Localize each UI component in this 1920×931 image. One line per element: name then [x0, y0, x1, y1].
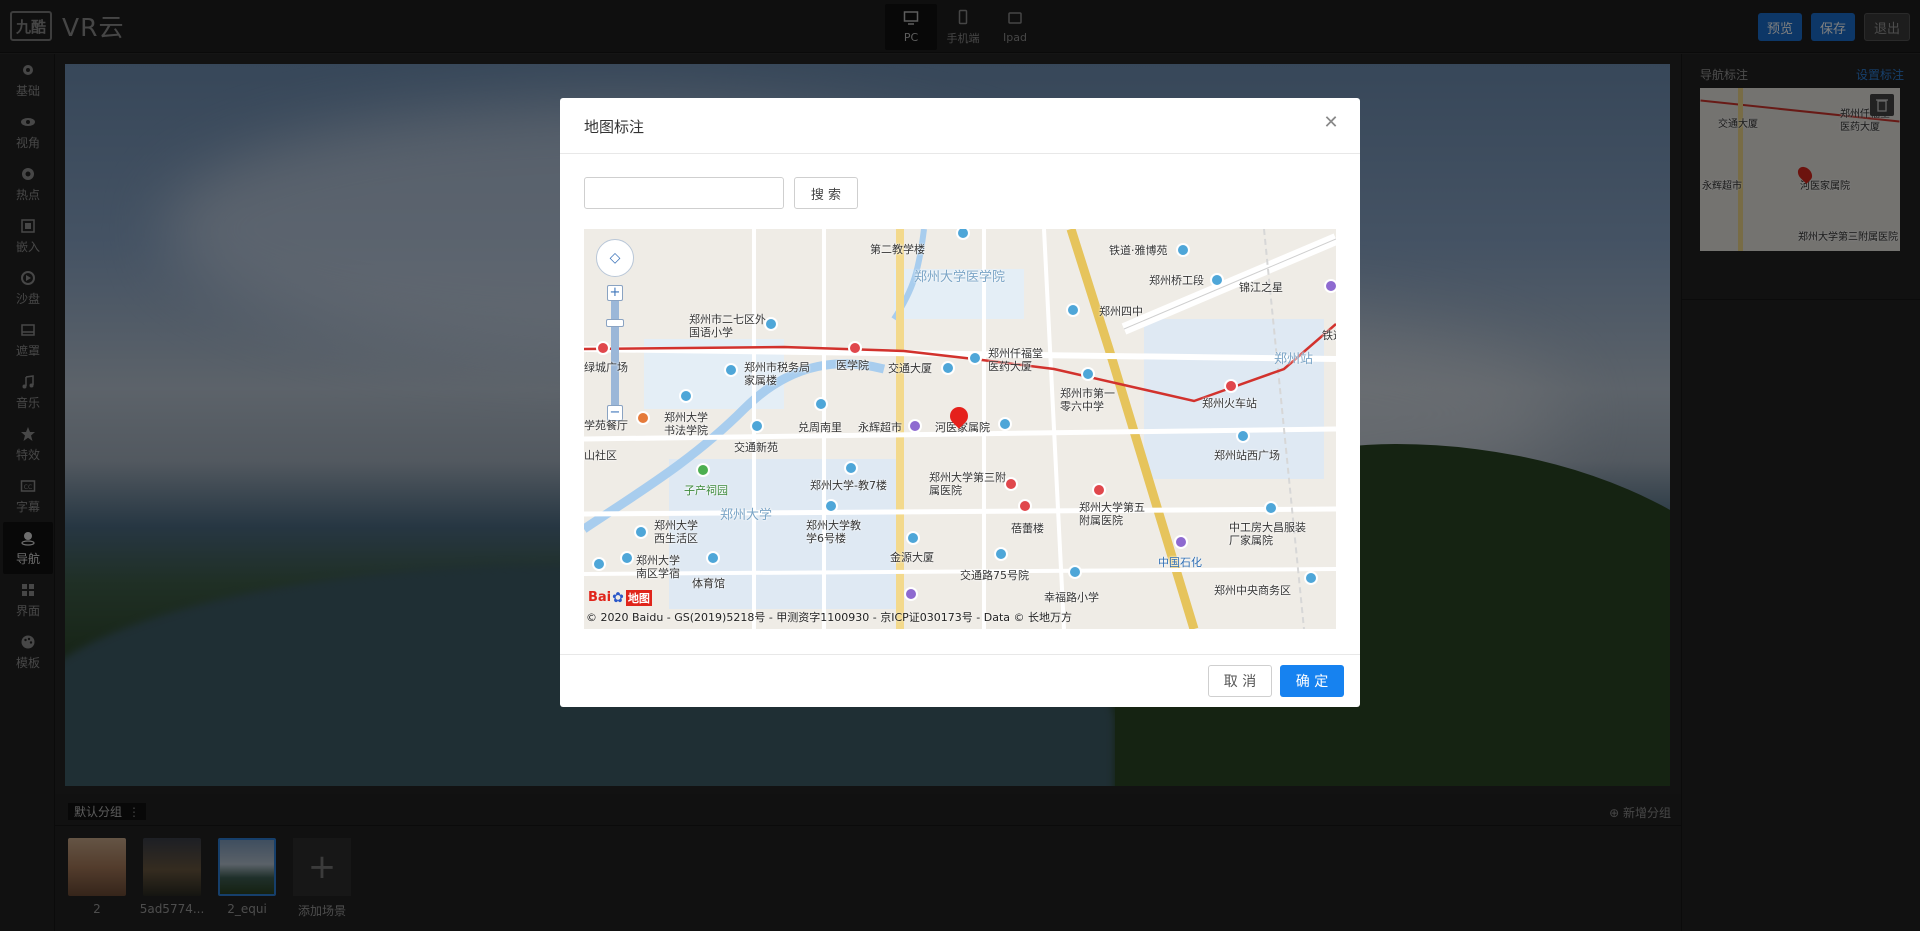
- map-label: 郑州大学第三附属医院: [929, 471, 1006, 497]
- poi-marker[interactable]: [1004, 477, 1018, 491]
- zoom-slider[interactable]: [611, 286, 619, 411]
- cancel-button[interactable]: 取 消: [1208, 665, 1272, 697]
- map-label: 体育馆: [692, 577, 725, 590]
- poi-marker[interactable]: [1081, 367, 1095, 381]
- poi-marker[interactable]: [1092, 483, 1106, 497]
- poi-marker[interactable]: [724, 363, 738, 377]
- poi-marker[interactable]: [1304, 571, 1318, 585]
- confirm-button[interactable]: 确 定: [1280, 665, 1344, 697]
- poi-marker[interactable]: [750, 419, 764, 433]
- map-label: 郑州大学西生活区: [654, 519, 698, 545]
- map-label: 郑州大学教学6号楼: [806, 519, 861, 545]
- map-label: 铁道: [1322, 329, 1336, 342]
- map-label: 蓓蕾楼: [1011, 522, 1044, 535]
- map-label: 交通路75号院: [960, 569, 1029, 582]
- map-copyright: © 2020 Baidu - GS(2019)5218号 - 甲测资字11009…: [586, 611, 1073, 624]
- poi-marker[interactable]: [636, 411, 650, 425]
- poi-marker[interactable]: [1018, 499, 1032, 513]
- map-label: 郑州四中: [1099, 305, 1143, 318]
- baidu-map[interactable]: ◇ + − 第二教学楼 郑州大学医学院 铁道·雅博苑 郑州桥工段 锦江之星 郑州…: [584, 229, 1336, 629]
- poi-marker[interactable]: [696, 463, 710, 477]
- map-label: 郑州大学南区学宿: [636, 554, 680, 580]
- zoom-in-button[interactable]: +: [607, 285, 623, 301]
- map-label: 铁道·雅博苑: [1109, 244, 1168, 257]
- map-label: 学苑餐厅: [584, 419, 628, 432]
- poi-marker[interactable]: [1264, 501, 1278, 515]
- map-label: 金源大厦: [890, 551, 934, 564]
- poi-marker[interactable]: [679, 389, 693, 403]
- map-label: 郑州火车站: [1202, 397, 1257, 410]
- poi-marker[interactable]: [824, 499, 838, 513]
- map-label: 郑州大学医学院: [914, 270, 1006, 285]
- baidu-logo-text: Bai: [588, 590, 612, 605]
- poi-marker[interactable]: [968, 351, 982, 365]
- poi-marker[interactable]: [1068, 565, 1082, 579]
- poi-marker[interactable]: [592, 557, 606, 571]
- map-marker-dialog: 地图标注 ✕ 搜 索 ◇ + − 第二教学楼 郑州大学医学院 铁道·雅博苑 郑州…: [560, 98, 1360, 707]
- poi-marker[interactable]: [1210, 273, 1224, 287]
- poi-marker[interactable]: [904, 587, 918, 601]
- search-input[interactable]: [584, 177, 784, 209]
- map-label: 郑州大学第五附属医院: [1079, 501, 1145, 527]
- map-label: 郑州市税务局家属楼: [744, 361, 810, 387]
- map-label: 医学院: [836, 359, 869, 372]
- close-icon[interactable]: ✕: [1322, 114, 1340, 132]
- poi-marker[interactable]: [764, 317, 778, 331]
- map-label: 郑州中央商务区: [1214, 584, 1291, 597]
- poi-marker[interactable]: [620, 551, 634, 565]
- map-label: 交通新苑: [734, 441, 778, 454]
- map-label: 锦江之星: [1239, 281, 1283, 294]
- map-label: 郑州大学-教7楼: [810, 479, 887, 492]
- map-label: 中工房大昌服装厂家属院: [1229, 521, 1306, 547]
- search-row: 搜 索: [584, 177, 858, 209]
- poi-marker[interactable]: [814, 397, 828, 411]
- map-label: 郑州大学: [720, 508, 773, 523]
- baidu-logo-suffix: 地图: [625, 589, 652, 606]
- map-label: 幸福路小学: [1044, 591, 1099, 604]
- map-label: 绿城广场: [584, 361, 628, 374]
- poi-marker[interactable]: [1236, 429, 1250, 443]
- search-button[interactable]: 搜 索: [794, 177, 858, 209]
- zoom-thumb[interactable]: [606, 319, 624, 327]
- paw-icon: ✿: [612, 589, 624, 606]
- map-label: 郑州大学书法学院: [664, 411, 708, 437]
- baidu-map-logo: Bai ✿ 地图: [588, 589, 652, 606]
- editor-app: 九酷 VR云 PC 手机端 Ipad 预览 保存 退出 基础: [0, 0, 1920, 931]
- dialog-title: 地图标注: [584, 118, 645, 136]
- poi-marker[interactable]: [1174, 535, 1188, 549]
- poi-marker[interactable]: [994, 547, 1008, 561]
- dialog-footer: 取 消 确 定: [560, 654, 1360, 707]
- map-label: 中国石化: [1158, 556, 1202, 569]
- poi-marker[interactable]: [941, 361, 955, 375]
- pan-control[interactable]: ◇: [596, 239, 634, 277]
- map-label: 交通大厦: [888, 362, 932, 375]
- poi-marker[interactable]: [906, 531, 920, 545]
- map-label: 郑州站: [1274, 352, 1314, 367]
- map-label: 永辉超市: [858, 421, 902, 434]
- poi-marker[interactable]: [998, 417, 1012, 431]
- map-label: 兑周南里: [798, 421, 842, 434]
- map-label: 郑州市二七区外国语小学: [689, 313, 766, 339]
- poi-marker[interactable]: [1224, 379, 1238, 393]
- map-label: 第二教学楼: [870, 243, 925, 256]
- poi-marker[interactable]: [634, 525, 648, 539]
- poi-marker[interactable]: [596, 341, 610, 355]
- poi-marker[interactable]: [1324, 279, 1336, 293]
- map-label: 子产祠园: [684, 484, 728, 497]
- map-label: 山社区: [584, 449, 617, 462]
- map-label: 郑州市第一零六中学: [1060, 387, 1115, 413]
- map-label: 郑州仟福堂医药大厦: [988, 347, 1043, 373]
- poi-marker[interactable]: [908, 419, 922, 433]
- poi-marker[interactable]: [706, 551, 720, 565]
- dialog-header: 地图标注 ✕: [560, 98, 1360, 154]
- poi-marker[interactable]: [1176, 243, 1190, 257]
- map-label: 郑州站西广场: [1214, 449, 1280, 462]
- poi-marker[interactable]: [848, 341, 862, 355]
- poi-marker[interactable]: [844, 461, 858, 475]
- poi-marker[interactable]: [1066, 303, 1080, 317]
- map-label: 郑州桥工段: [1149, 274, 1204, 287]
